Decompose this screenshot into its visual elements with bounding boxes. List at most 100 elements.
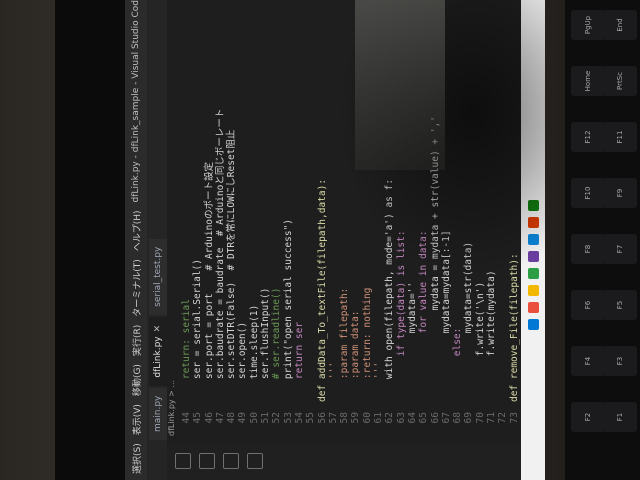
tab-dflink[interactable]: dfLink.py ✕ bbox=[149, 316, 167, 386]
run-debug-icon[interactable] bbox=[247, 453, 263, 469]
line-number: 59 bbox=[350, 412, 362, 424]
taskbar-app-icon[interactable] bbox=[527, 234, 539, 245]
photo-scene: 選択(S) 表示(V) 移動(G) 実行(R) ターミナル(T) ヘルプ(H) … bbox=[0, 0, 640, 480]
key-home[interactable]: Home bbox=[571, 66, 605, 96]
line-number: 45 bbox=[192, 412, 204, 424]
code-text: ser = serial.Serial() bbox=[192, 259, 204, 402]
taskbar-app-icon[interactable] bbox=[527, 285, 539, 296]
source-control-icon[interactable] bbox=[223, 453, 239, 469]
code-line[interactable]: 47 ser.baudrate = baudrate # Arduinoと同じボ… bbox=[215, 0, 226, 436]
code-text: time.sleep(1) bbox=[248, 304, 260, 402]
key-f12[interactable]: F12 bbox=[571, 122, 605, 152]
code-line[interactable]: 52 # ser.readline() bbox=[271, 0, 282, 436]
code-line[interactable]: 69 mydata=str(data) bbox=[463, 0, 474, 436]
taskbar-app-icon[interactable] bbox=[527, 319, 539, 330]
code-line[interactable]: 58 :param filepath: bbox=[339, 0, 350, 436]
code-text: def remove_File(filepath): bbox=[508, 253, 520, 402]
key-f6[interactable]: F6 bbox=[571, 290, 605, 320]
key-f3[interactable]: F3 bbox=[603, 346, 637, 376]
code-line[interactable]: 62 with open(filepath, mode='a') as f: bbox=[384, 0, 395, 436]
key-f5[interactable]: F5 bbox=[603, 290, 637, 320]
menu-help[interactable]: ヘルプ(H) bbox=[130, 210, 143, 251]
line-number: 67 bbox=[440, 412, 452, 424]
key-f2[interactable]: F2 bbox=[571, 402, 605, 432]
code-line[interactable]: 46 ser.port = port # Arduinoのポート設定 bbox=[204, 0, 215, 436]
key-f9[interactable]: F9 bbox=[603, 178, 637, 208]
code-text: mydata=str(data) bbox=[463, 241, 475, 402]
code-line[interactable]: 51 ser.flushInput() bbox=[260, 0, 271, 436]
code-text: mydata='' bbox=[406, 281, 418, 402]
code-line[interactable]: 70 f.write('\n') bbox=[475, 0, 486, 436]
tab-main[interactable]: main.py bbox=[149, 387, 167, 440]
code-text: f.write('\n') bbox=[474, 281, 486, 402]
key-f1[interactable]: F1 bbox=[603, 402, 637, 432]
code-line[interactable]: 44 return: serial bbox=[181, 0, 192, 436]
key-prtsc[interactable]: PrtSc bbox=[603, 66, 637, 96]
line-number: 58 bbox=[339, 412, 351, 424]
code-text: :param filepath: bbox=[339, 287, 351, 402]
key-end[interactable]: End bbox=[603, 10, 637, 40]
code-line[interactable]: 61 ''' bbox=[373, 0, 384, 436]
line-number: 53 bbox=[282, 412, 294, 424]
code-line[interactable]: 67 mydata=mydata[:-1] bbox=[441, 0, 452, 436]
menu-terminal[interactable]: ターミナル(T) bbox=[130, 259, 143, 317]
tab-label: main.py bbox=[153, 395, 163, 432]
close-icon[interactable]: ✕ bbox=[153, 325, 163, 333]
code-text: ser.port = port # Arduinoのポート設定 bbox=[203, 161, 215, 402]
code-line[interactable]: 64 mydata='' bbox=[407, 0, 418, 436]
menu-go[interactable]: 移動(G) bbox=[130, 364, 143, 396]
code-line[interactable]: 45 ser = serial.Serial() bbox=[192, 0, 203, 436]
taskbar-app-icon[interactable] bbox=[527, 268, 539, 279]
key-f8[interactable]: F8 bbox=[571, 234, 605, 264]
menu-view[interactable]: 表示(V) bbox=[130, 404, 143, 435]
code-line[interactable]: 54 return ser bbox=[294, 0, 305, 436]
code-line[interactable]: 53 print("open serial success") bbox=[283, 0, 294, 436]
line-number: 62 bbox=[384, 412, 396, 424]
line-number: 46 bbox=[203, 412, 215, 424]
title-bar: 選択(S) 表示(V) 移動(G) 実行(R) ターミナル(T) ヘルプ(H) … bbox=[125, 0, 147, 480]
keyboard: PgUp End Home PrtSc F12 F11 F10 F9 F8 F7 F6 F5 F4 F3 F… bbox=[565, 0, 640, 480]
key-f11[interactable]: F11 bbox=[603, 122, 637, 152]
menu-selection[interactable]: 選択(S) bbox=[130, 443, 143, 474]
line-number: 65 bbox=[418, 412, 430, 424]
code-line[interactable]: 66 mydata = mydata + str(value) + ',' bbox=[430, 0, 441, 436]
code-line[interactable]: 57 ''' bbox=[328, 0, 339, 436]
code-text: f.write(mydata) bbox=[486, 270, 498, 402]
explorer-icon[interactable] bbox=[175, 453, 191, 469]
code-line[interactable]: 56 def addData_To_textFile(filepath,data)… bbox=[317, 0, 328, 436]
code-editor[interactable]: 44 return: serial 45 ser = serial.Serial(… bbox=[181, 0, 521, 436]
search-icon[interactable] bbox=[199, 453, 215, 469]
key-f10[interactable]: F10 bbox=[571, 178, 605, 208]
line-number: 48 bbox=[226, 412, 238, 424]
code-text: :param data: bbox=[350, 310, 362, 402]
code-line[interactable]: 60 :return: nothing bbox=[362, 0, 373, 436]
line-number: 70 bbox=[474, 412, 486, 424]
key-f4[interactable]: F4 bbox=[571, 346, 605, 376]
code-line[interactable]: 68 else: bbox=[452, 0, 463, 436]
tab-serial-test[interactable]: serial_test.py bbox=[149, 238, 167, 315]
code-line[interactable]: 48 ser.setDTR(False) # DTRを常にLOWにしReset阻… bbox=[226, 0, 237, 436]
breadcrumb[interactable]: dfLink.py > ... bbox=[167, 0, 181, 480]
line-number: 56 bbox=[316, 412, 328, 424]
code-text: if type(data) is list: bbox=[395, 230, 407, 402]
menu-run[interactable]: 実行(R) bbox=[130, 325, 143, 356]
code-line[interactable]: 73 def remove_File(filepath): bbox=[509, 0, 520, 436]
code-line[interactable]: 65 for value in data: bbox=[418, 0, 429, 436]
code-line[interactable]: 55 bbox=[305, 0, 316, 436]
tab-label: serial_test.py bbox=[153, 246, 163, 307]
key-pgup[interactable]: PgUp bbox=[571, 10, 605, 40]
code-line[interactable]: 49 ser.open() bbox=[237, 0, 248, 436]
taskbar-app-icon[interactable] bbox=[527, 217, 539, 228]
taskbar-app-icon[interactable] bbox=[527, 302, 539, 313]
tab-label: dfLink.py bbox=[153, 336, 163, 378]
code-line[interactable]: 72 bbox=[497, 0, 508, 436]
line-number: 50 bbox=[248, 412, 260, 424]
taskbar-app-icon[interactable] bbox=[527, 251, 539, 262]
code-line[interactable]: 63 if type(data) is list: bbox=[396, 0, 407, 436]
code-line[interactable]: 59 :param data: bbox=[350, 0, 361, 436]
code-line[interactable]: 71 f.write(mydata) bbox=[486, 0, 497, 436]
code-line[interactable]: 50 time.sleep(1) bbox=[249, 0, 260, 436]
code-text: ''' bbox=[373, 361, 385, 402]
taskbar-app-icon[interactable] bbox=[527, 200, 539, 211]
key-f7[interactable]: F7 bbox=[603, 234, 637, 264]
